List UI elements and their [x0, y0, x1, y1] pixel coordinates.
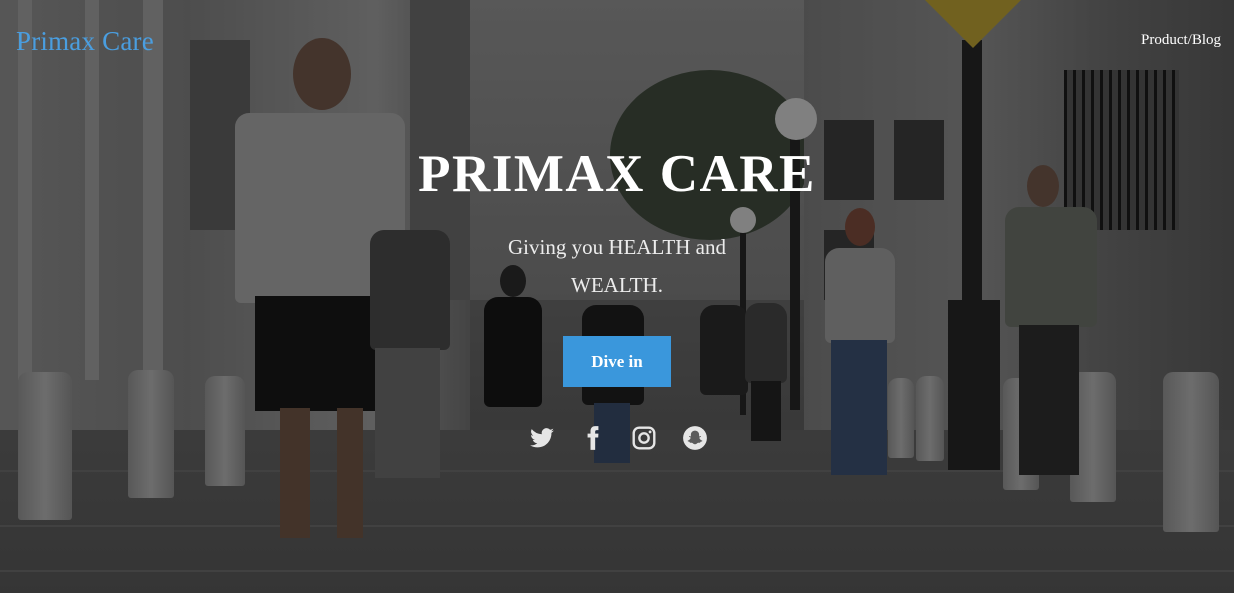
instagram-icon[interactable]	[631, 425, 657, 451]
dive-in-button[interactable]: Dive in	[563, 336, 671, 387]
hero-subtitle: Giving you HEALTH and WEALTH.	[508, 235, 726, 297]
social-links	[529, 425, 708, 451]
brand-logo-link[interactable]: Primax Care	[16, 26, 154, 57]
nav-link-product-blog[interactable]: Product/Blog	[1141, 32, 1221, 49]
twitter-icon[interactable]	[529, 425, 555, 451]
hero-section: PRIMAX CARE Giving you HEALTH and WEALTH…	[0, 140, 1234, 387]
snapchat-icon[interactable]	[682, 425, 708, 451]
facebook-icon[interactable]	[580, 425, 606, 451]
hero-title: PRIMAX CARE	[418, 145, 816, 203]
